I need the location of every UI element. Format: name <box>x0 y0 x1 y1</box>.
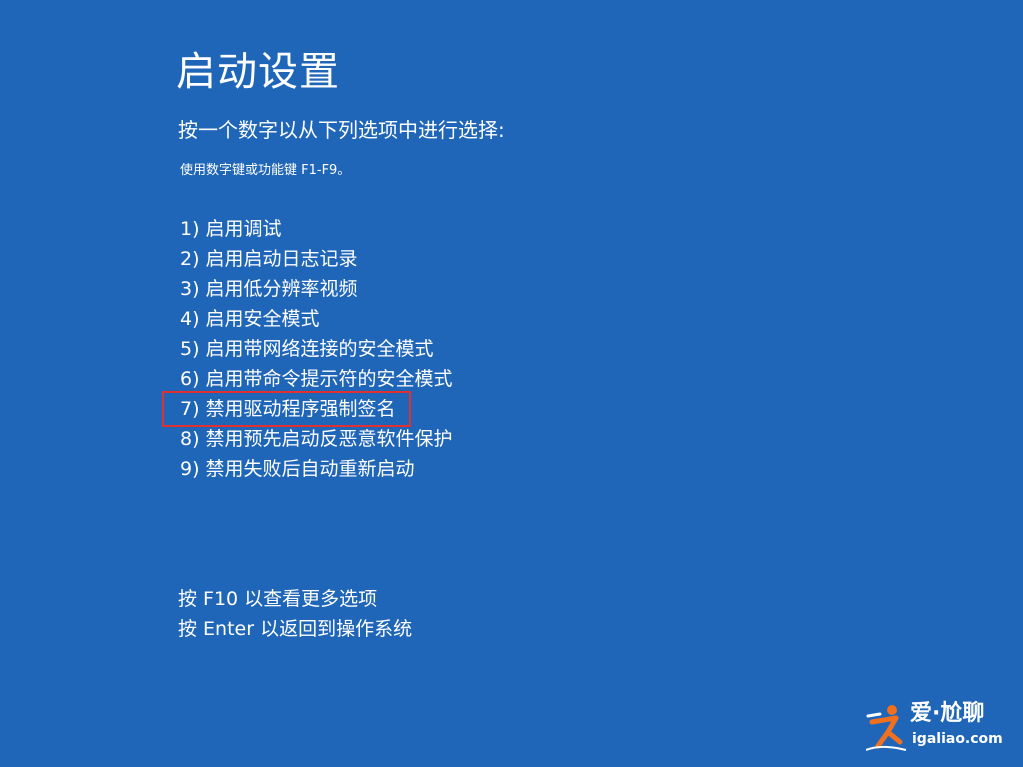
option-disable-early-launch-antimalware[interactable]: 8) 禁用预先启动反恶意软件保护 <box>180 424 453 454</box>
watermark-url: igaliao.com <box>912 731 1003 747</box>
watermark: 爱·尬聊 igaliao.com <box>866 700 1016 758</box>
page-title: 启动设置 <box>176 49 340 95</box>
option-enable-safe-mode[interactable]: 4) 启用安全模式 <box>180 304 453 334</box>
instruction-text: 按一个数字以从下列选项中进行选择: <box>178 118 505 142</box>
return-to-os-link[interactable]: 按 Enter 以返回到操作系统 <box>178 614 412 644</box>
option-enable-safe-mode-networking[interactable]: 5) 启用带网络连接的安全模式 <box>180 334 453 364</box>
runner-logo-icon <box>866 705 907 751</box>
highlight-box <box>162 391 411 427</box>
startup-options-list: 1) 启用调试 2) 启用启动日志记录 3) 启用低分辨率视频 4) 启用安全模… <box>180 214 453 484</box>
footer-instructions: 按 F10 以查看更多选项 按 Enter 以返回到操作系统 <box>178 584 412 644</box>
option-enable-debugging[interactable]: 1) 启用调试 <box>180 214 453 244</box>
option-enable-boot-logging[interactable]: 2) 启用启动日志记录 <box>180 244 453 274</box>
option-disable-auto-restart[interactable]: 9) 禁用失败后自动重新启动 <box>180 454 453 484</box>
option-enable-low-resolution-video[interactable]: 3) 启用低分辨率视频 <box>180 274 453 304</box>
more-options-link[interactable]: 按 F10 以查看更多选项 <box>178 584 412 614</box>
watermark-brand: 爱·尬聊 <box>910 701 985 726</box>
key-hint-text: 使用数字键或功能键 F1-F9。 <box>180 163 351 178</box>
option-enable-safe-mode-command-prompt[interactable]: 6) 启用带命令提示符的安全模式 <box>180 364 453 394</box>
